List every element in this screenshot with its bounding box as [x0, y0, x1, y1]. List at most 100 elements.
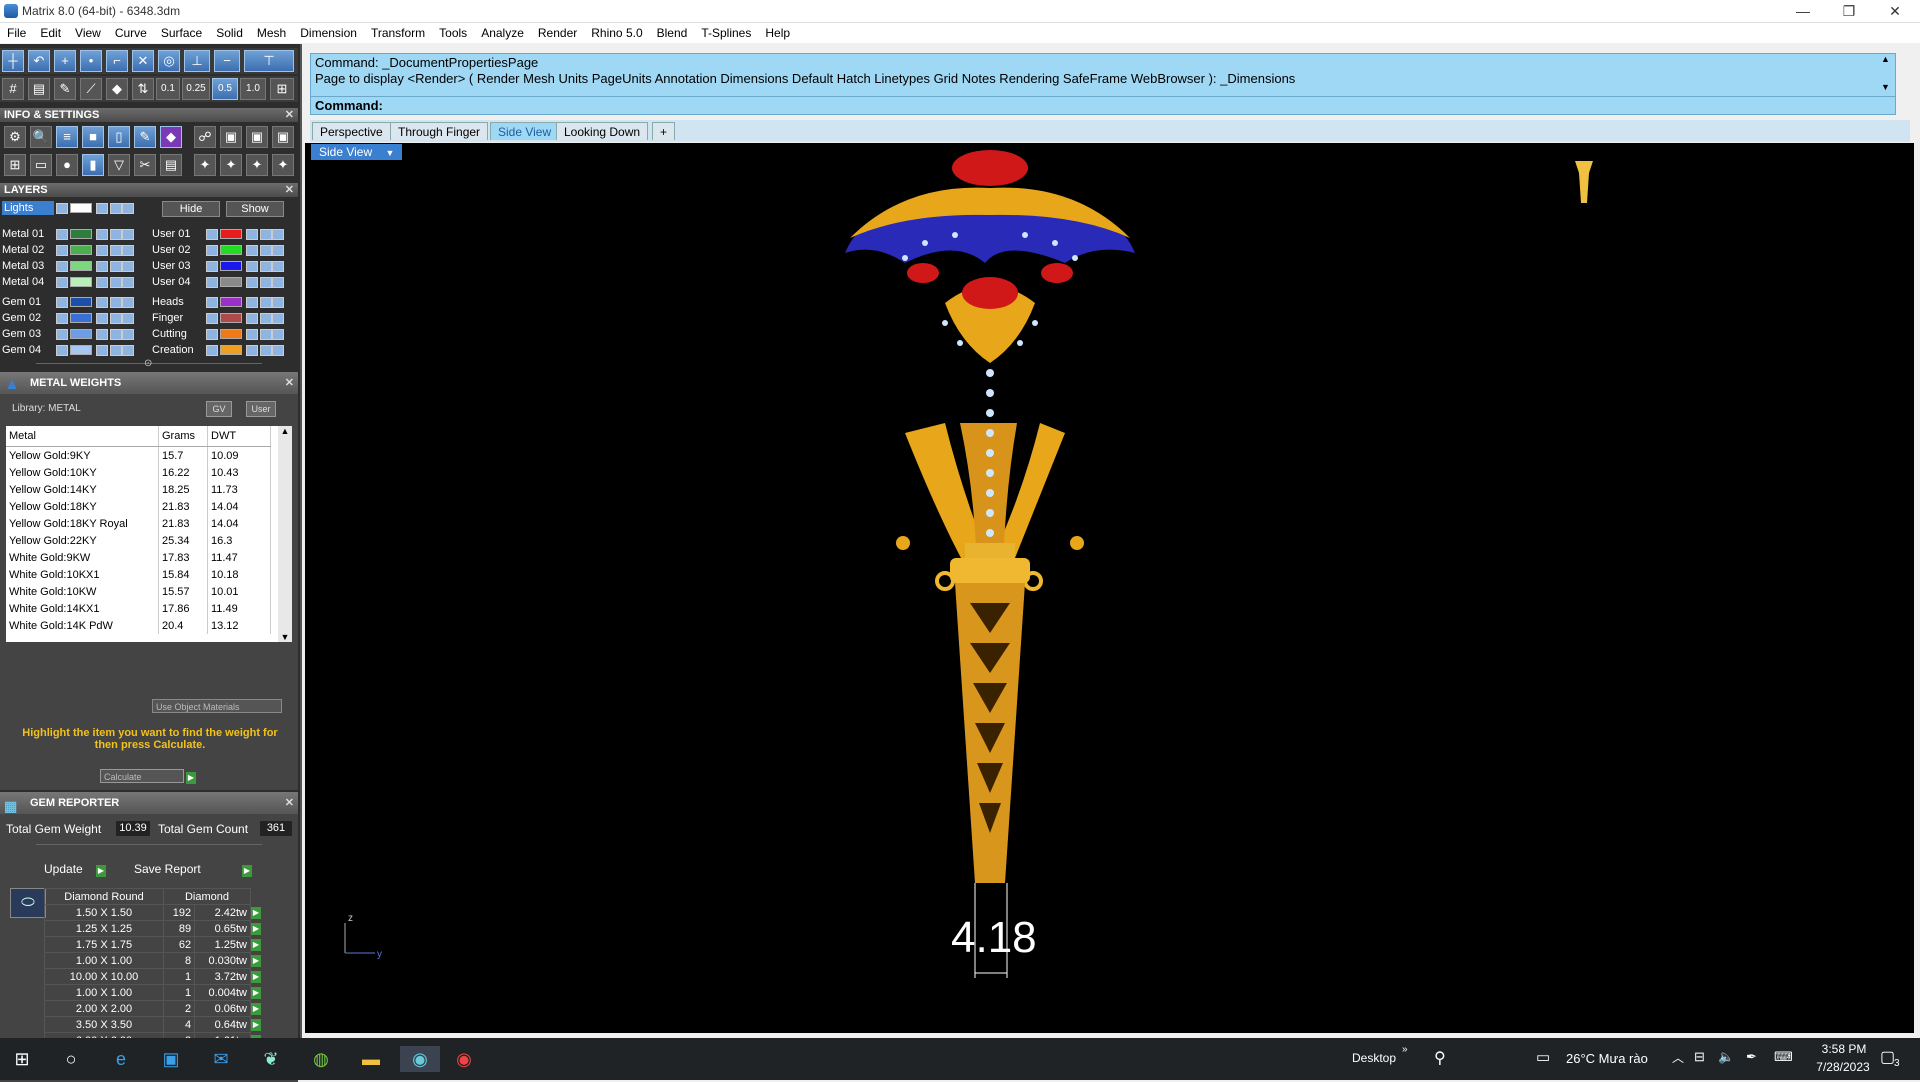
layers-stack-icon[interactable]: ≡	[56, 126, 78, 148]
layer-visible-icon[interactable]	[110, 297, 122, 308]
weather-icon[interactable]: ▭	[1536, 1048, 1550, 1066]
layer-arrow-icon[interactable]	[206, 345, 218, 356]
layer-bar-icon[interactable]	[122, 245, 134, 256]
layer-visible-icon[interactable]	[260, 229, 272, 240]
osnap-point-icon[interactable]: +	[54, 50, 76, 72]
tool-h-icon[interactable]: ✦	[272, 154, 294, 176]
tab-side-view[interactable]: Side View	[490, 122, 560, 140]
viewport-label[interactable]: Side View ▼	[311, 144, 403, 160]
table-row[interactable]: 10.00 X 10.00 1 3.72tw ▶	[44, 968, 268, 985]
layer-lock-icon[interactable]	[96, 345, 108, 356]
table-row[interactable]: White Gold:9KW 17.83 11.47	[6, 549, 271, 566]
close-button[interactable]: ✕	[1872, 0, 1918, 22]
layer-arrow-icon[interactable]	[206, 277, 218, 288]
magnify-icon[interactable]: 🔍	[30, 126, 52, 148]
layer-color-swatch[interactable]	[70, 261, 92, 271]
layer-visible-icon[interactable]	[260, 329, 272, 340]
planar-icon[interactable]: ▤	[28, 78, 50, 100]
layer-color-swatch[interactable]	[220, 245, 242, 255]
table-row[interactable]: 1.00 X 1.00 1 0.004tw ▶	[44, 984, 268, 1001]
layer-bar-icon[interactable]	[272, 329, 284, 340]
layer-bar-icon[interactable]	[272, 345, 284, 356]
viewport[interactable]: 4.18 z y	[305, 143, 1914, 1033]
layer-visible-icon[interactable]	[260, 297, 272, 308]
layer-arrow-icon[interactable]	[206, 261, 218, 272]
layer-arrow-icon[interactable]	[56, 229, 68, 240]
layer-right-4-label[interactable]: Heads	[152, 295, 184, 309]
volume-icon[interactable]: 🔈	[1718, 1049, 1734, 1065]
layer-lock-icon[interactable]	[246, 297, 258, 308]
osnap-mid-icon[interactable]: •	[80, 50, 102, 72]
show-button[interactable]: Show	[226, 201, 284, 217]
tab-looking-down[interactable]: Looking Down	[556, 122, 649, 140]
layer-lock-icon[interactable]	[246, 277, 258, 288]
menu-help[interactable]: Help	[758, 23, 797, 40]
mail-icon[interactable]: ✉	[207, 1046, 235, 1072]
gem-row-arrow-icon[interactable]: ▶	[251, 921, 268, 937]
menu-curve[interactable]: Curve	[108, 23, 154, 40]
layer-arrow-icon[interactable]	[56, 329, 68, 340]
cube-icon[interactable]: ■	[82, 126, 104, 148]
tool-g-icon[interactable]: ✦	[246, 154, 268, 176]
table-row[interactable]: Yellow Gold:10KY 16.22 10.43	[6, 464, 271, 481]
snap-value-0-5[interactable]: 0.5	[212, 78, 238, 100]
add-tab-button[interactable]: +	[652, 122, 676, 140]
layer-bar-icon[interactable]	[272, 245, 284, 256]
dwt-column-header[interactable]: DWT	[207, 426, 271, 447]
layer-arrow-icon[interactable]	[206, 329, 218, 340]
lights-visible-icon[interactable]	[110, 203, 122, 214]
user-button[interactable]: User	[246, 401, 276, 417]
menu-render[interactable]: Render	[531, 23, 584, 40]
gem-row-arrow-icon[interactable]: ▶	[251, 969, 268, 985]
layer-lock-icon[interactable]	[246, 245, 258, 256]
grid-toggle-icon[interactable]: ⊞	[270, 78, 294, 100]
edit-icon[interactable]: ✎	[134, 126, 156, 148]
pen-icon[interactable]: ✒	[1746, 1049, 1757, 1065]
matrix-app-icon[interactable]: ◉	[400, 1046, 440, 1072]
menu-solid[interactable]: Solid	[209, 23, 250, 40]
layer-right-0-label[interactable]: User 01	[152, 227, 191, 241]
osnap-int-icon[interactable]: ✕	[132, 50, 154, 72]
table-row[interactable]: White Gold:14K PdW 20.4 13.12	[6, 617, 271, 634]
tool-b-icon[interactable]: ▣	[220, 126, 242, 148]
document-icon[interactable]: ▤	[160, 154, 182, 176]
layer-lock-icon[interactable]	[96, 245, 108, 256]
hide-button[interactable]: Hide	[162, 201, 220, 217]
layer-visible-icon[interactable]	[110, 229, 122, 240]
table-row[interactable]: Yellow Gold:9KY 15.7 10.09	[6, 446, 271, 464]
layer-right-2-label[interactable]: User 03	[152, 259, 191, 273]
osnap-perp-icon[interactable]: ⊥	[184, 50, 210, 72]
metal-table-scrollbar[interactable]: ▲ ▼	[278, 426, 292, 642]
menu-blend[interactable]: Blend	[650, 23, 695, 40]
layer-lock-icon[interactable]	[246, 261, 258, 272]
layer-lock-icon[interactable]	[246, 329, 258, 340]
close-icon[interactable]: ✕	[285, 372, 294, 394]
layer-visible-icon[interactable]	[110, 245, 122, 256]
snap-value-1-0[interactable]: 1.0	[240, 78, 266, 100]
table-row[interactable]: 2.00 X 2.00 2 0.06tw ▶	[44, 1000, 268, 1017]
scroll-down-icon[interactable]: ▼	[1881, 82, 1890, 92]
command-prompt[interactable]: Command:	[310, 96, 1896, 115]
metal-table-container[interactable]: Metal Grams DWT Yellow Gold:9KY 15.7 10.09…	[6, 426, 278, 642]
layer-bar-icon[interactable]	[272, 229, 284, 240]
layer-left-6-label[interactable]: Gem 03	[2, 327, 41, 341]
table-row[interactable]: 1.25 X 1.25 89 0.65tw ▶	[44, 920, 268, 937]
layer-left-0-label[interactable]: Metal 01	[2, 227, 44, 241]
menu-mesh[interactable]: Mesh	[250, 23, 293, 40]
tool-d-icon[interactable]: ▣	[272, 126, 294, 148]
network-icon[interactable]: ⊟	[1694, 1049, 1705, 1065]
lights-lock-icon[interactable]	[96, 203, 108, 214]
layer-left-4-label[interactable]: Gem 01	[2, 295, 41, 309]
layer-bar-icon[interactable]	[122, 345, 134, 356]
table-row[interactable]: Yellow Gold:22KY 25.34 16.3	[6, 532, 271, 549]
grams-column-header[interactable]: Grams	[158, 426, 208, 447]
layer-bar-icon[interactable]	[272, 313, 284, 324]
scroll-down-icon[interactable]: ▼	[278, 632, 292, 642]
weather-text[interactable]: 26°C Mưa rào	[1566, 1051, 1648, 1066]
menu-view[interactable]: View	[68, 23, 108, 40]
layer-visible-icon[interactable]	[110, 329, 122, 340]
table-row[interactable]: White Gold:10KX1 15.84 10.18	[6, 566, 271, 583]
close-icon[interactable]: ✕	[285, 183, 294, 197]
layer-right-1-label[interactable]: User 02	[152, 243, 191, 257]
layer-color-swatch[interactable]	[220, 329, 242, 339]
